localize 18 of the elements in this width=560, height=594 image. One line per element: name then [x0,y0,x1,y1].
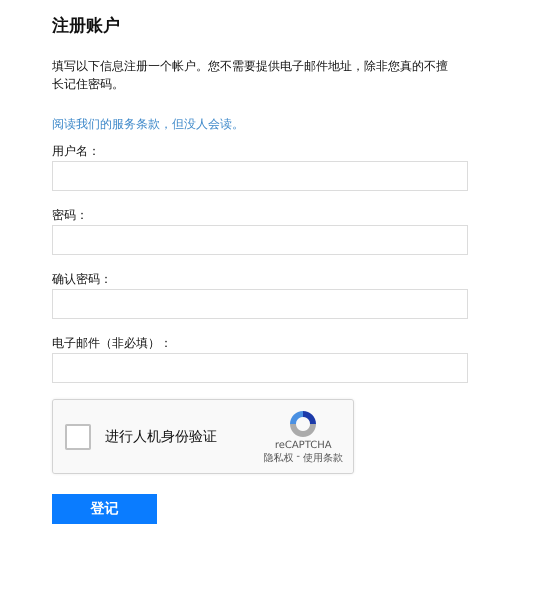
intro-text: 填写以下信息注册一个帐户。您不需要提供电子邮件地址，除非您真的不擅长记住密码。 [52,58,449,93]
brand-name: reCAPTCHA [274,440,332,451]
input-field[interactable] [52,225,468,255]
input-field[interactable] [52,353,468,383]
input-field[interactable] [52,289,468,319]
page-title: 注册账户 [52,15,121,37]
register-button[interactable]: 登记 [52,494,157,524]
field-label: 确认密码： [52,271,113,287]
privacy-link[interactable]: 隐私权 [263,451,294,465]
field-label: 密码： [52,207,89,223]
checkbox[interactable] [65,424,91,450]
terms-of-use-link[interactable]: 使用条款 [303,451,343,465]
field-label: 用户名： [52,143,101,159]
terms-link[interactable]: 阅读我们的服务条款，但没人会读。 [52,116,244,133]
input-field[interactable] [52,161,468,191]
field-label: 电子邮件（非必填）： [52,335,173,351]
separator-text: - [296,451,300,464]
captcha-label: 进行人机身份验证 [105,428,218,446]
